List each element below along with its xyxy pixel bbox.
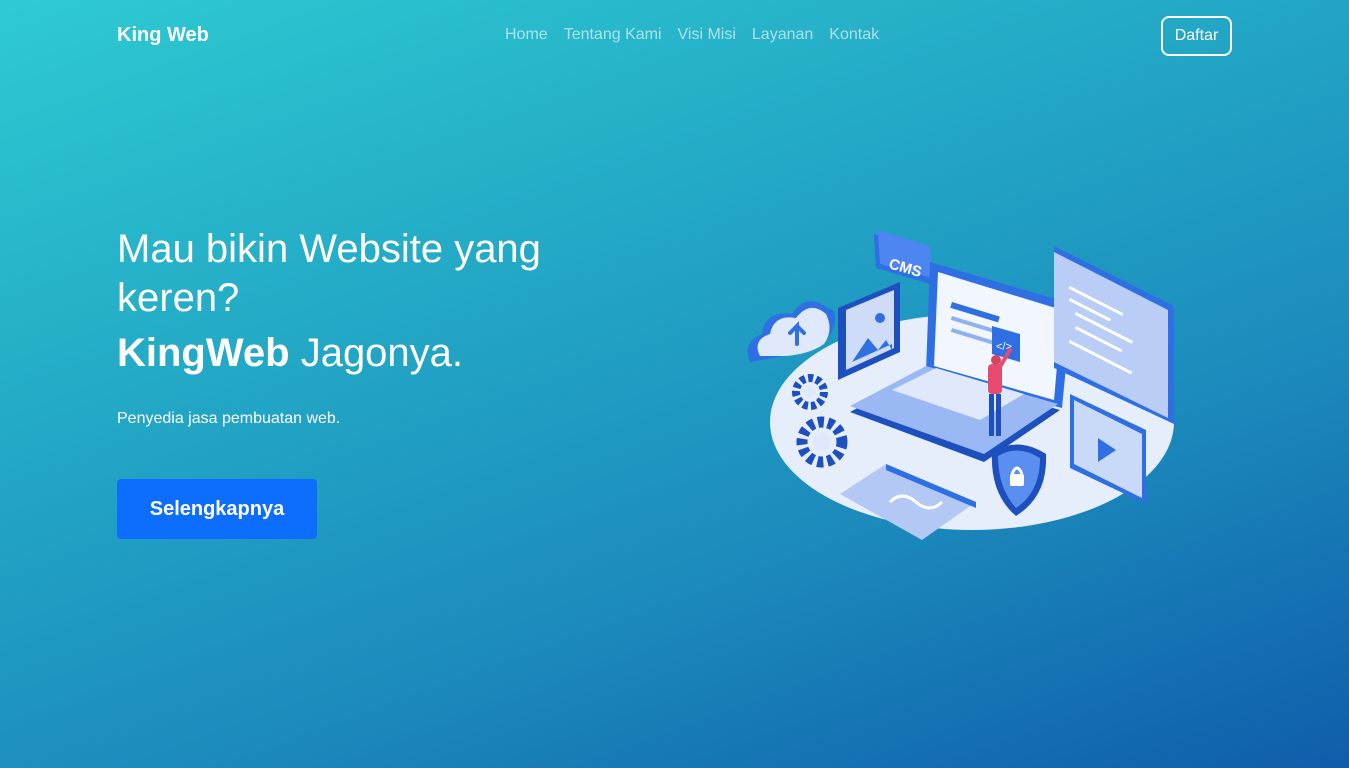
hero-title: Mau bikin Website yang keren?	[117, 227, 541, 320]
hero-description: Penyedia jasa pembuatan web.	[117, 410, 341, 427]
cms-badge-icon: CMS	[874, 230, 932, 284]
hero-illustration: CMS </>	[747, 230, 1174, 540]
nav-link-tentang-kami[interactable]: Tentang Kami	[564, 26, 662, 44]
nav-link-visi-misi[interactable]: Visi Misi	[678, 26, 736, 44]
daftar-button[interactable]: Daftar	[1161, 16, 1232, 56]
hero-tagline: Jagonya.	[289, 331, 464, 375]
hero-brand-name: KingWeb	[117, 331, 290, 375]
brand-logo[interactable]: King Web	[117, 24, 209, 47]
nav-links: Home Tentang Kami Visi Misi Layanan Kont…	[505, 26, 879, 44]
nav-link-home[interactable]: Home	[505, 26, 548, 44]
selengkapnya-button[interactable]: Selengkapnya	[117, 479, 317, 539]
navbar: King Web Home Tentang Kami Visi Misi Lay…	[0, 0, 1349, 72]
nav-link-kontak[interactable]: Kontak	[829, 26, 879, 44]
nav-link-layanan[interactable]: Layanan	[752, 26, 813, 44]
hero-subtitle: KingWeb Jagonya.	[117, 329, 463, 378]
